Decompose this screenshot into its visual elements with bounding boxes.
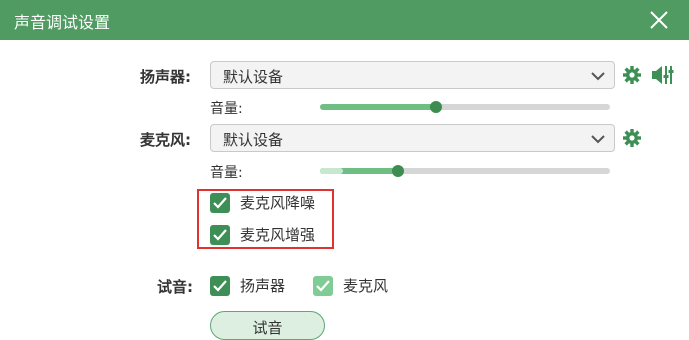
test-sound-button[interactable]: 试音 xyxy=(210,311,325,340)
speaker-volume-fill xyxy=(320,104,436,110)
enhancement-checkbox[interactable]: 麦克风增强 xyxy=(210,224,330,246)
checkbox-checked[interactable] xyxy=(313,276,333,296)
checkbox-checked[interactable] xyxy=(210,225,230,245)
microphone-volume-slider[interactable] xyxy=(320,165,610,177)
speaker-volume-label: 音量: xyxy=(210,101,243,117)
enhancement-label: 麦克风增强 xyxy=(240,226,316,244)
chevron-down-icon xyxy=(590,131,606,147)
noise-reduction-label: 麦克风降噪 xyxy=(240,194,316,212)
test-speaker-label: 扬声器 xyxy=(240,277,286,295)
microphone-input-level xyxy=(320,168,344,174)
gear-icon[interactable] xyxy=(622,128,642,152)
window-title: 声音调试设置 xyxy=(14,13,111,32)
microphone-device-value: 默认设备 xyxy=(223,131,284,149)
speaker-adjust-icon[interactable] xyxy=(651,63,675,91)
speaker-volume-thumb[interactable] xyxy=(430,101,442,113)
test-microphone-checkbox[interactable]: 麦克风 xyxy=(313,275,408,297)
gear-icon[interactable] xyxy=(622,65,642,89)
test-speaker-checkbox[interactable]: 扬声器 xyxy=(210,275,305,297)
speaker-device-select[interactable]: 默认设备 xyxy=(210,61,615,89)
speaker-device-value: 默认设备 xyxy=(223,68,284,86)
test-sound-button-label: 试音 xyxy=(252,319,283,337)
test-label: 试音: xyxy=(157,278,193,296)
title-bar: 声音调试设置 xyxy=(0,0,689,40)
chevron-down-icon xyxy=(590,68,606,84)
noise-reduction-checkbox[interactable]: 麦克风降噪 xyxy=(210,192,330,214)
test-microphone-label: 麦克风 xyxy=(343,277,389,295)
microphone-device-select[interactable]: 默认设备 xyxy=(210,124,615,152)
speaker-volume-slider[interactable] xyxy=(320,101,610,113)
microphone-volume-label: 音量: xyxy=(210,165,243,181)
microphone-label: 麦克风: xyxy=(140,131,191,149)
speaker-label: 扬声器: xyxy=(140,68,191,86)
checkbox-checked[interactable] xyxy=(210,276,230,296)
close-icon[interactable] xyxy=(645,6,673,34)
microphone-volume-thumb[interactable] xyxy=(392,165,405,177)
checkbox-checked[interactable] xyxy=(210,193,230,213)
